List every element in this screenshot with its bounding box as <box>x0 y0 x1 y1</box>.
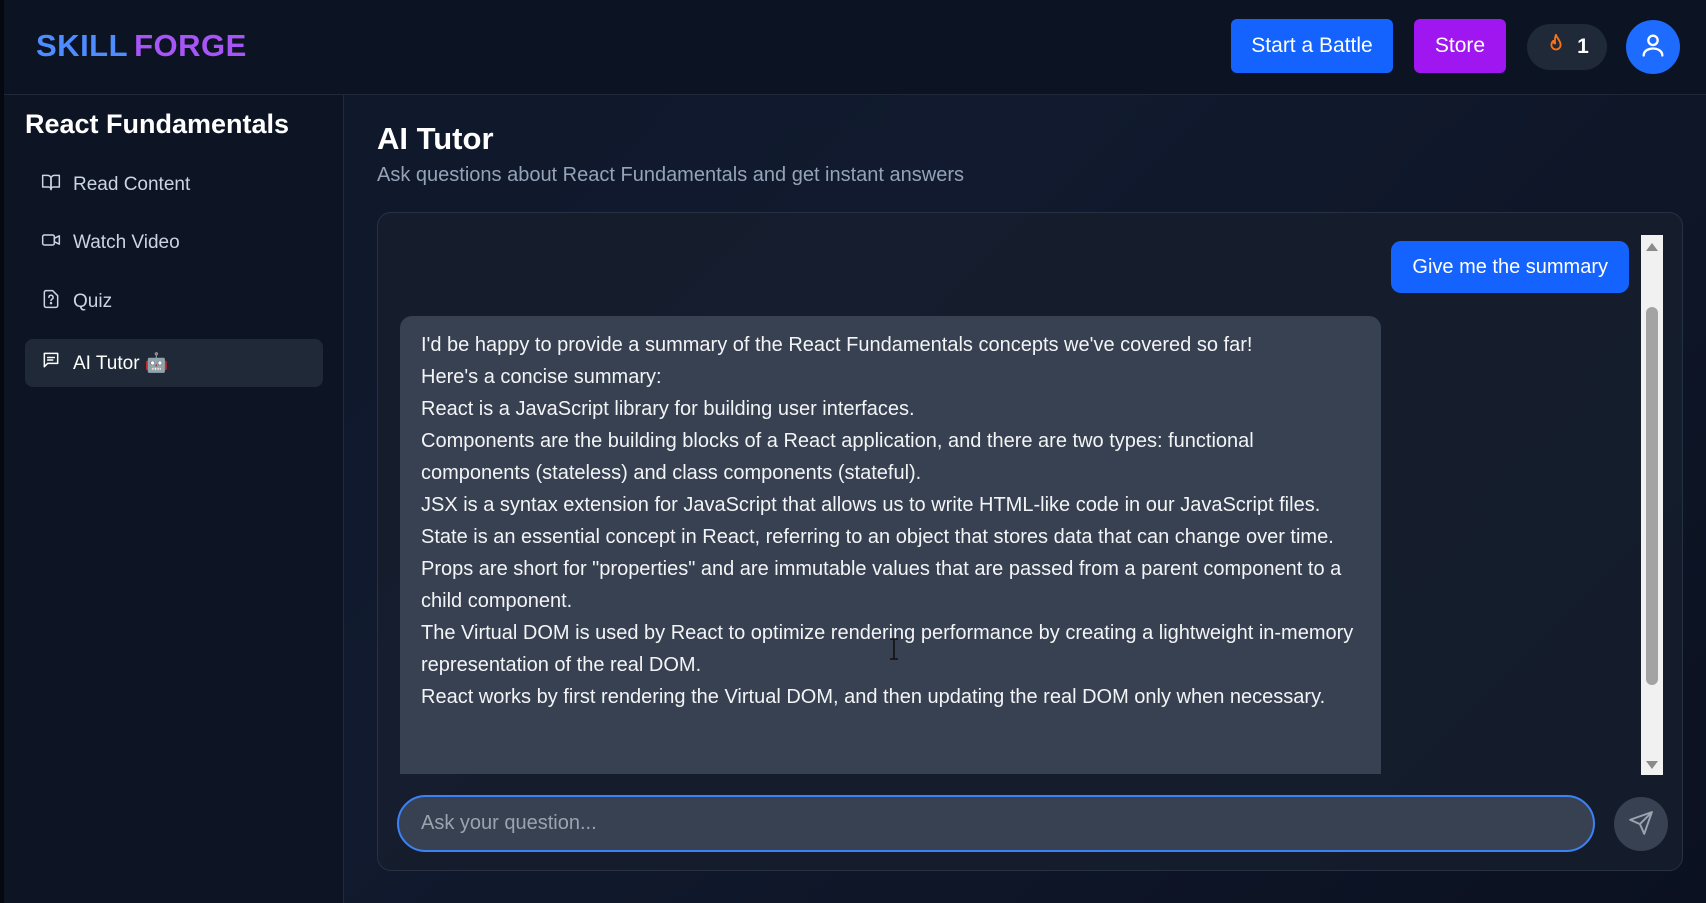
quiz-icon <box>41 289 61 315</box>
course-title: React Fundamentals <box>25 109 290 139</box>
scroll-thumb[interactable] <box>1646 307 1658 685</box>
top-header: SKILL FORGE Start a Battle Store 1 <box>4 0 1706 95</box>
page-title: AI Tutor <box>377 121 494 156</box>
ai-message-line: JSX is a syntax extension for JavaScript… <box>421 494 1321 516</box>
app-window: SKILL FORGE Start a Battle Store 1 React … <box>0 0 1706 903</box>
logo-word-skill: SKILL <box>36 28 129 63</box>
start-battle-button[interactable]: Start a Battle <box>1231 19 1393 73</box>
flame-icon <box>1545 32 1567 62</box>
store-button[interactable]: Store <box>1414 19 1506 73</box>
sidebar-item-quiz[interactable]: Quiz <box>25 278 323 326</box>
scroll-up-arrow-icon[interactable] <box>1646 243 1658 251</box>
sidebar: React Fundamentals Read Content Watch Vi… <box>4 95 344 903</box>
sidebar-item-label: Quiz <box>73 291 113 312</box>
chat-scrollbar[interactable] <box>1641 235 1663 775</box>
streak-count: 1 <box>1577 35 1589 58</box>
logo[interactable]: SKILL FORGE <box>36 28 247 64</box>
sidebar-item-watch-video[interactable]: Watch Video <box>25 219 323 267</box>
text-cursor-icon <box>888 638 900 665</box>
sidebar-item-label: Watch Video <box>73 232 180 253</box>
question-input[interactable] <box>397 795 1595 852</box>
streak-badge[interactable]: 1 <box>1527 24 1607 70</box>
user-icon <box>1639 31 1667 64</box>
user-message-bubble: Give me the summary <box>1391 241 1629 293</box>
ai-message-line: Props are short for "properties" and are… <box>421 558 1342 612</box>
ai-message-bubble: I'd be happy to provide a summary of the… <box>400 316 1381 774</box>
ai-message-line: Here's a concise summary: <box>421 366 662 388</box>
send-icon <box>1628 810 1654 839</box>
book-open-icon <box>41 172 61 198</box>
sidebar-item-read-content[interactable]: Read Content <box>25 161 323 209</box>
logo-word-forge: FORGE <box>134 28 247 63</box>
ai-message-line: State is an essential concept in React, … <box>421 526 1334 548</box>
page-subtitle: Ask questions about React Fundamentals a… <box>377 164 965 186</box>
ai-message-line: React works by first rendering the Virtu… <box>421 686 1326 708</box>
ai-message-line: Components are the building blocks of a … <box>421 430 1254 484</box>
ai-message-line: React is a JavaScript library for buildi… <box>421 398 915 420</box>
ai-message-line: I'd be happy to provide a summary of the… <box>421 334 1253 356</box>
sidebar-item-label: Read Content <box>73 174 191 195</box>
chat-panel: Give me the summary I'd be happy to prov… <box>377 212 1683 871</box>
sidebar-item-ai-tutor[interactable]: AI Tutor 🤖 <box>25 339 323 387</box>
video-icon <box>41 230 61 256</box>
avatar-button[interactable] <box>1626 20 1680 74</box>
scroll-down-arrow-icon[interactable] <box>1646 761 1658 769</box>
sidebar-item-label: AI Tutor 🤖 <box>73 353 169 374</box>
send-button[interactable] <box>1614 797 1668 851</box>
chat-icon <box>41 350 61 376</box>
